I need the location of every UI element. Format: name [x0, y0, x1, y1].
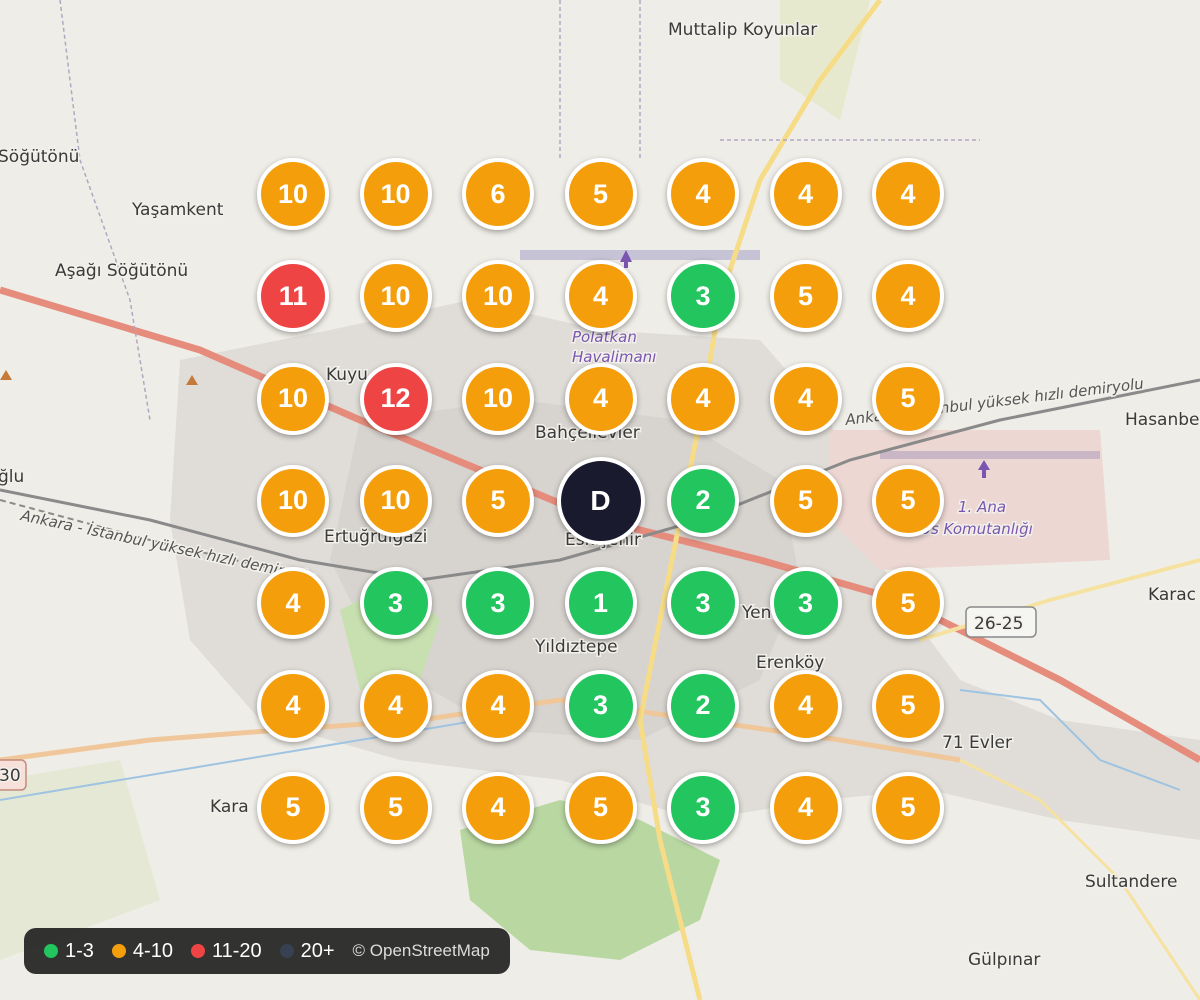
count-marker[interactable]: 5	[359, 771, 432, 844]
count-marker[interactable]: 12	[359, 362, 432, 435]
legend-dot-green	[44, 944, 58, 958]
count-grid: 10 10 6 5 4 4 4 11 10 10 4 3 5 4 10 12 10 4 4 4 5 10 10 5 D 2 5 5 4 3…	[0, 0, 1200, 1000]
count-marker[interactable]: 5	[462, 464, 534, 537]
count-marker[interactable]: 4	[257, 567, 329, 640]
count-marker[interactable]: 5	[872, 464, 944, 537]
legend-item: 1-3	[44, 940, 94, 963]
count-marker[interactable]: 5	[564, 158, 637, 230]
count-marker[interactable]: 5	[872, 669, 944, 742]
count-marker[interactable]: 3	[667, 260, 739, 333]
count-marker[interactable]: 4	[667, 158, 739, 230]
count-marker[interactable]: 4	[564, 260, 637, 333]
legend-label: 4-10	[132, 939, 173, 962]
count-marker[interactable]: 10	[462, 362, 534, 435]
count-marker[interactable]: 10	[257, 362, 329, 435]
count-marker[interactable]: 4	[872, 260, 944, 333]
count-marker[interactable]: 5	[769, 464, 842, 537]
count-marker[interactable]: 5	[564, 771, 637, 844]
count-marker[interactable]: 4	[769, 362, 842, 435]
count-marker[interactable]: 4	[462, 669, 534, 742]
legend-dot-orange	[111, 944, 126, 958]
count-marker[interactable]: 4	[667, 362, 739, 435]
legend-dot-red	[190, 944, 205, 958]
count-marker[interactable]: 10	[257, 464, 329, 537]
count-marker[interactable]: 10	[257, 158, 329, 230]
count-marker[interactable]: 10	[359, 158, 432, 230]
legend-label: 20+	[300, 939, 335, 962]
count-marker[interactable]: 3	[359, 567, 432, 640]
center-marker[interactable]: D	[556, 456, 645, 545]
count-marker[interactable]: 3	[462, 567, 534, 640]
count-marker[interactable]: 10	[462, 260, 534, 333]
count-marker[interactable]: 5	[872, 771, 944, 844]
count-marker[interactable]: 3	[564, 669, 637, 742]
legend-item: 20+	[279, 939, 335, 963]
count-marker[interactable]: 10	[359, 464, 432, 537]
legend-label: 11-20	[211, 939, 262, 962]
count-marker[interactable]: 4	[872, 158, 944, 230]
count-marker[interactable]: 2	[667, 669, 739, 742]
count-marker[interactable]: 3	[667, 567, 739, 640]
legend: 1-3 4-10 11-20 20+ © OpenStreetMap	[24, 928, 510, 974]
count-marker[interactable]: 5	[872, 362, 944, 435]
count-marker[interactable]: 5	[872, 567, 944, 640]
legend-item: 11-20	[190, 939, 262, 963]
count-marker[interactable]: 4	[769, 158, 842, 230]
count-marker[interactable]: 4	[769, 771, 842, 844]
count-marker[interactable]: 6	[462, 158, 534, 230]
count-marker[interactable]: 3	[667, 771, 739, 844]
count-marker[interactable]: 5	[769, 260, 842, 333]
count-marker[interactable]: 4	[462, 771, 534, 844]
count-marker[interactable]: 4	[769, 669, 842, 742]
count-marker[interactable]: 4	[359, 669, 432, 742]
count-marker[interactable]: 5	[257, 771, 329, 844]
legend-label: 1-3	[65, 939, 94, 962]
count-marker[interactable]: 2	[667, 464, 739, 537]
legend-item: 4-10	[111, 939, 173, 963]
legend-dot-dark	[279, 944, 294, 958]
count-marker[interactable]: 10	[359, 260, 432, 333]
count-marker[interactable]: 1	[564, 567, 637, 640]
count-marker[interactable]: 11	[257, 260, 329, 333]
count-marker[interactable]: 4	[564, 362, 637, 435]
count-marker[interactable]: 4	[257, 669, 329, 742]
count-marker[interactable]: 3	[769, 567, 842, 640]
map-attribution[interactable]: © OpenStreetMap	[353, 941, 490, 961]
